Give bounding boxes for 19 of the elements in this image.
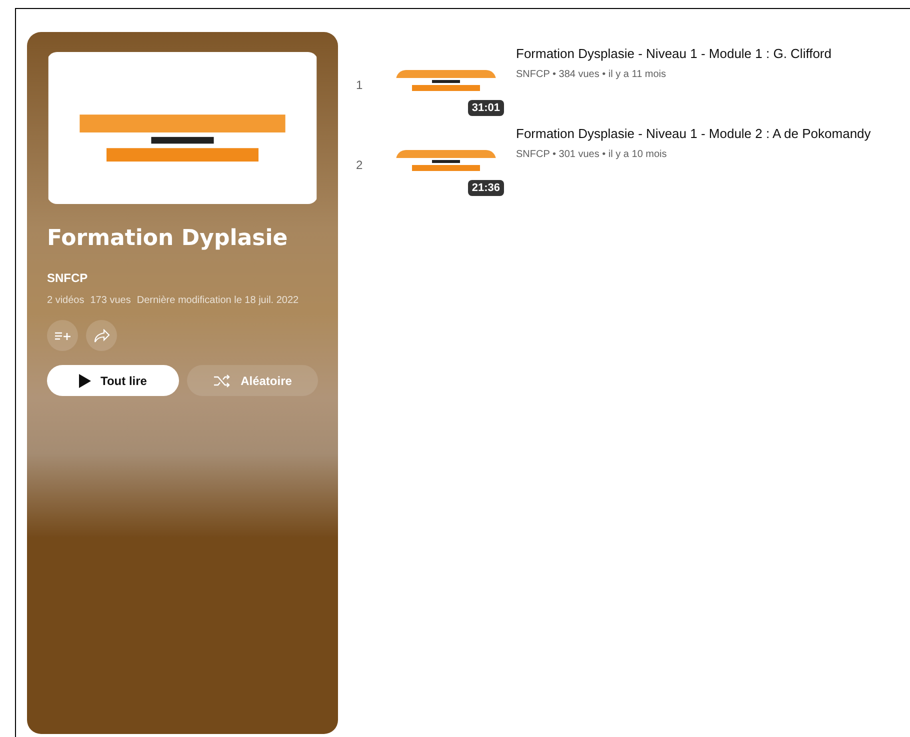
video-title[interactable]: Formation Dysplasie - Niveau 1 - Module 2 : A de Pokomandy: [516, 126, 871, 141]
add-to-list-icon: [54, 330, 70, 342]
playlist-title: Formation Dyplasie: [47, 226, 289, 251]
play-all-button[interactable]: Tout lire: [47, 365, 178, 396]
play-icon: [78, 374, 91, 388]
share-icon: [94, 328, 110, 342]
video-meta: SNFCP • 301 vues • il y a 10 mois: [516, 149, 668, 160]
video-duration: 31:01: [468, 100, 504, 116]
video-index: 2: [356, 158, 364, 172]
video-meta: SNFCP • 384 vues • il y a 11 mois: [516, 69, 668, 80]
playlist-stat: Dernière modification le 18 juil. 2022: [136, 295, 299, 306]
playlist-stat: 2 vidéos: [47, 295, 84, 306]
share-button[interactable]: [86, 320, 117, 351]
video-duration: 21:36: [468, 180, 504, 196]
add-to-queue-button[interactable]: [47, 320, 78, 351]
video-index: 1: [356, 78, 364, 92]
video-title[interactable]: Formation Dysplasie - Niveau 1 - Module 1 : G. Clifford: [516, 46, 832, 61]
shuffle-icon: [212, 374, 231, 388]
playlist-stat: 173 vues: [90, 295, 131, 306]
